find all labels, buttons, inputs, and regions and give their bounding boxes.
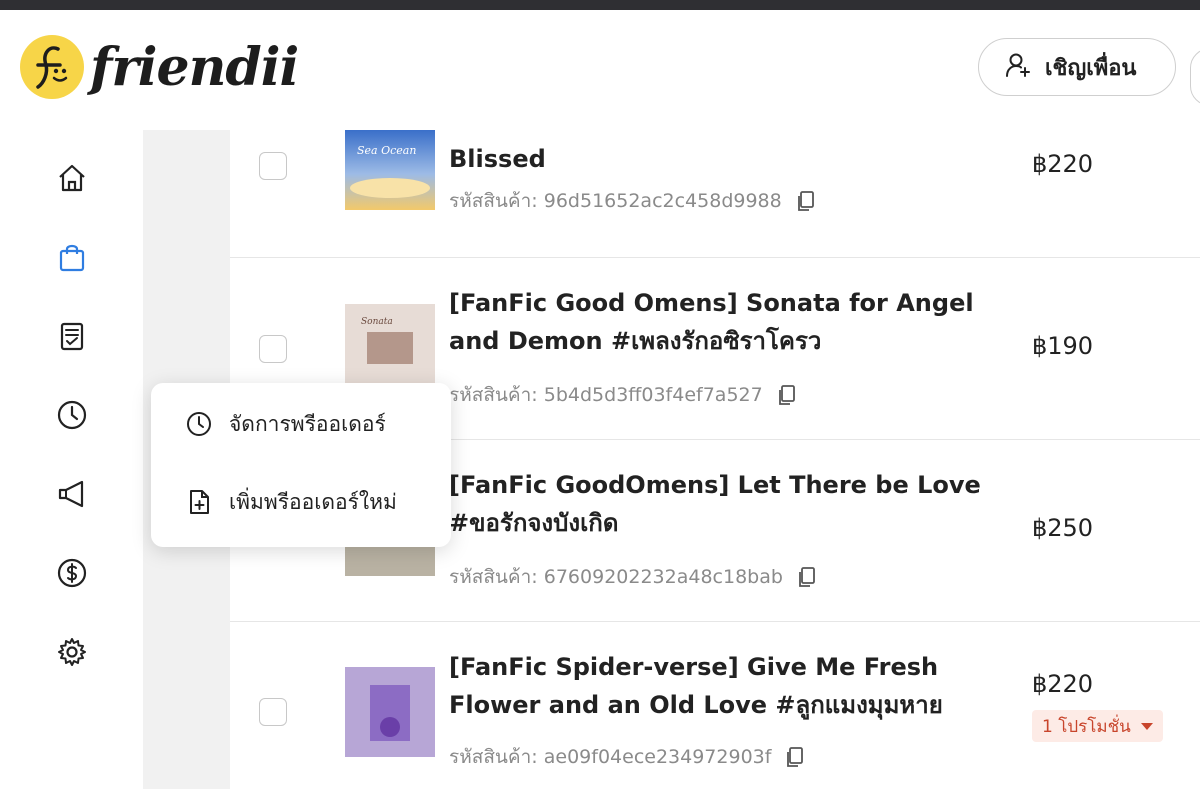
menu-item-add-preorder[interactable]: เพิ่มพรีออเดอร์ใหม่: [185, 482, 397, 522]
gear-icon: [58, 638, 86, 666]
menu-item-label: เพิ่มพรีออเดอร์ใหม่: [229, 489, 397, 514]
menu-item-label: จัดการพรีออเดอร์: [229, 411, 386, 436]
copy-icon[interactable]: [797, 566, 817, 588]
sku-label: รหัสสินค้า:: [449, 746, 538, 768]
sidebar-item-orders[interactable]: [52, 316, 92, 356]
promotion-label: 1 โปรโมชั่น: [1042, 716, 1131, 737]
product-title[interactable]: [FanFic GoodOmens] Let There be Love #ขอ…: [449, 466, 1009, 542]
sku-value: 96d51652ac2c458d9988: [543, 190, 782, 212]
product-price: ฿250: [1032, 514, 1094, 542]
product-sku: รหัสสินค้า: ae09f04ece234972903f: [449, 742, 805, 772]
menu-item-manage-preorders[interactable]: จัดการพรีออเดอร์: [185, 404, 386, 444]
product-price: ฿220: [1032, 150, 1094, 178]
sku-value: ae09f04ece234972903f: [543, 746, 772, 768]
table-row[interactable]: [FanFic Spider-verse] Give Me Fresh Flow…: [230, 622, 1200, 789]
preorder-popup-menu: จัดการพรีออเดอร์ เพิ่มพรีออเดอร์ใหม่: [151, 383, 451, 547]
product-sku: รหัสสินค้า: 67609202232a48c18bab: [449, 562, 817, 592]
table-row[interactable]: Sea Ocean Blissed รหัสสินค้า: 96d51652ac…: [230, 130, 1200, 258]
invite-friend-label: เชิญเพื่อน: [1045, 55, 1137, 81]
window-top-bar: [0, 0, 1200, 10]
product-sku: รหัสสินค้า: 5b4d5d3ff03f4ef7a527: [449, 380, 797, 410]
clock-icon: [57, 400, 87, 430]
shopping-bag-icon: [59, 244, 85, 272]
add-user-icon: [1005, 52, 1031, 82]
sku-label: รหัสสินค้า:: [449, 384, 538, 406]
product-title[interactable]: [FanFic Good Omens] Sonata for Angel and…: [449, 284, 1009, 360]
sidebar-item-finance[interactable]: [52, 553, 92, 593]
clock-icon: [187, 412, 211, 436]
dollar-icon: [57, 558, 87, 588]
copy-icon[interactable]: [777, 384, 797, 406]
sku-label: รหัสสินค้า:: [449, 190, 538, 212]
svg-text:Sonata: Sonata: [361, 317, 393, 327]
logo-mark-icon: [20, 35, 84, 99]
header-extra-button[interactable]: [1190, 48, 1200, 106]
product-price: ฿220: [1032, 670, 1094, 698]
row-checkbox[interactable]: [259, 152, 287, 180]
add-file-icon: [190, 490, 209, 514]
sidebar-item-marketing[interactable]: [52, 474, 92, 514]
svg-text:Sea Ocean: Sea Ocean: [357, 144, 416, 157]
header: friendii เชิญเพื่อน: [0, 10, 1200, 130]
product-price: ฿190: [1032, 332, 1094, 360]
sidebar: [0, 130, 143, 789]
row-checkbox[interactable]: [259, 698, 287, 726]
product-thumbnail: [345, 667, 435, 757]
promotion-badge[interactable]: 1 โปรโมชั่น: [1032, 710, 1163, 742]
product-thumbnail: Sonata: [345, 304, 435, 384]
sidebar-item-shop[interactable]: [52, 237, 92, 277]
product-sku: รหัสสินค้า: 96d51652ac2c458d9988: [449, 186, 816, 216]
copy-icon[interactable]: [785, 746, 805, 768]
logo[interactable]: friendii: [20, 34, 299, 100]
copy-icon[interactable]: [796, 190, 816, 212]
row-checkbox[interactable]: [259, 335, 287, 363]
sku-label: รหัสสินค้า:: [449, 566, 538, 588]
product-title[interactable]: Blissed: [449, 140, 1009, 178]
sidebar-item-home[interactable]: [52, 158, 92, 198]
product-title[interactable]: [FanFic Spider-verse] Give Me Fresh Flow…: [449, 648, 1009, 724]
home-icon: [59, 164, 85, 192]
logo-text: friendii: [90, 36, 299, 98]
product-thumbnail: Sea Ocean: [345, 130, 435, 210]
megaphone-icon: [58, 480, 84, 508]
invite-friend-button[interactable]: เชิญเพื่อน: [978, 38, 1176, 96]
sidebar-item-settings[interactable]: [52, 632, 92, 672]
sku-value: 67609202232a48c18bab: [543, 566, 783, 588]
caret-down-icon: [1140, 722, 1153, 730]
receipt-icon: [60, 322, 84, 351]
sku-value: 5b4d5d3ff03f4ef7a527: [543, 384, 763, 406]
sidebar-item-preorders[interactable]: [52, 395, 92, 435]
